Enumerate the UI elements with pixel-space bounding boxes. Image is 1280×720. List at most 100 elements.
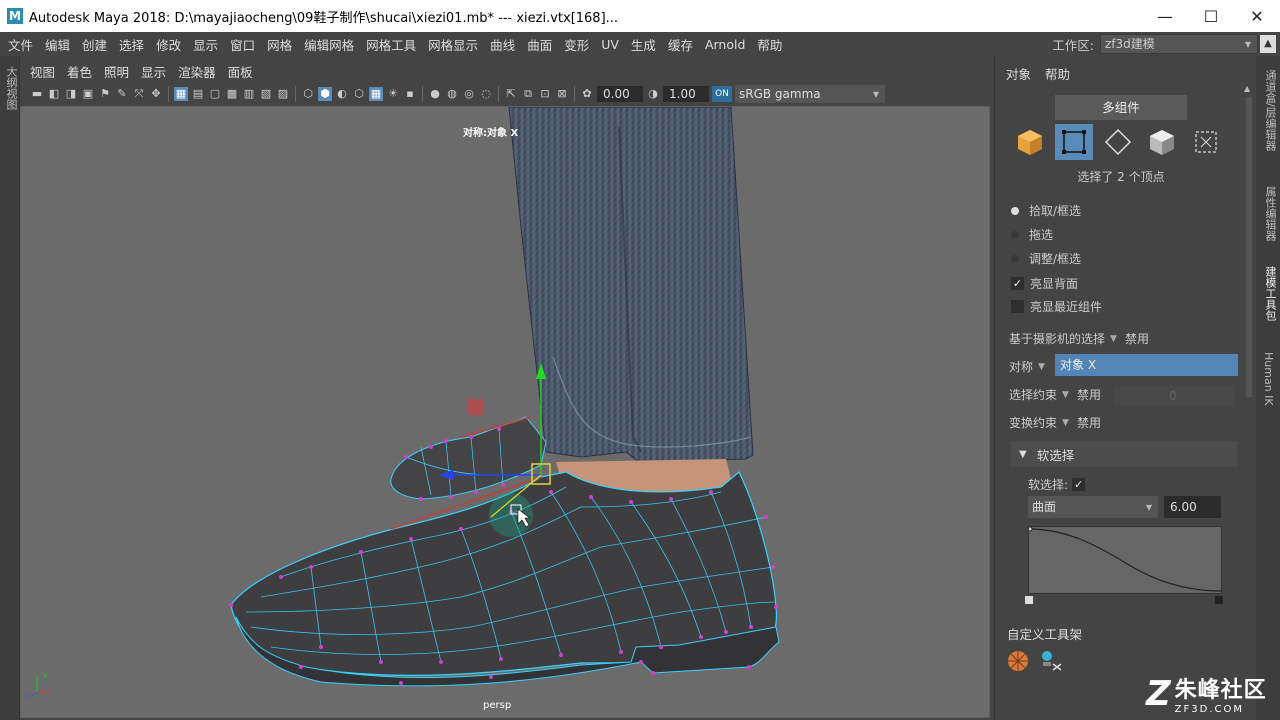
chevron-down-icon[interactable]: ▼ bbox=[1038, 362, 1045, 372]
flag-icon[interactable]: ⚑ bbox=[98, 87, 112, 101]
outliner-tab[interactable]: 大纲视图 bbox=[3, 66, 19, 110]
collapse-triangle-icon[interactable]: ▼ bbox=[1019, 449, 1027, 460]
camera-attributes-icon[interactable]: ◧ bbox=[47, 87, 61, 101]
toolkit-menu-help[interactable]: 帮助 bbox=[1045, 64, 1070, 83]
shadows-icon[interactable]: ▪ bbox=[403, 87, 417, 101]
anti-aliasing-icon[interactable]: ◎ bbox=[462, 87, 476, 101]
edge-mode-icon[interactable] bbox=[1099, 124, 1137, 160]
camera-based-value[interactable]: 禁用 bbox=[1125, 330, 1149, 347]
tweak-marquee-option[interactable]: 调整/框选 bbox=[1011, 250, 1081, 267]
falloff-curve-graph[interactable] bbox=[1027, 526, 1222, 594]
nearest-checkbox[interactable] bbox=[1011, 300, 1024, 313]
perspective-viewport[interactable]: y z 对称:对象 X persp bbox=[20, 106, 990, 718]
menu-arnold[interactable]: Arnold bbox=[699, 37, 751, 52]
soft-select-section-header[interactable]: ▼ 软选择 bbox=[1011, 441, 1237, 467]
motion-blur-icon[interactable]: ◍ bbox=[445, 87, 459, 101]
gamma-icon[interactable]: ◑ bbox=[646, 87, 660, 101]
backface-checkbox[interactable]: ✓ bbox=[1011, 277, 1024, 290]
menu-display[interactable]: 显示 bbox=[187, 35, 224, 54]
menu-select[interactable]: 选择 bbox=[113, 35, 150, 54]
menu-modify[interactable]: 修改 bbox=[150, 35, 187, 54]
viewport-menu-renderer[interactable]: 渲染器 bbox=[172, 62, 222, 81]
menu-windows[interactable]: 窗口 bbox=[224, 35, 261, 54]
chevron-down-icon[interactable]: ▼ bbox=[1062, 418, 1069, 428]
grease-pencil-icon[interactable]: ✎ bbox=[115, 87, 129, 101]
bookmark-icon[interactable]: ◨ bbox=[64, 87, 78, 101]
pan-zoom-icon[interactable]: ⤧ bbox=[132, 87, 146, 101]
exposure-field[interactable]: 0.00 bbox=[597, 86, 643, 102]
menu-curves[interactable]: 曲线 bbox=[484, 35, 521, 54]
drag-option[interactable]: 拖选 bbox=[1011, 226, 1053, 243]
curve-key-handle[interactable] bbox=[1025, 596, 1033, 604]
expand-up-icon[interactable]: ▲ bbox=[1260, 35, 1276, 53]
menu-deform[interactable]: 变形 bbox=[558, 35, 595, 54]
textured-icon[interactable]: ▦ bbox=[369, 87, 383, 101]
uv-mode-icon[interactable] bbox=[1187, 124, 1225, 160]
pick-marquee-option[interactable]: 拾取/框选 bbox=[1011, 202, 1081, 219]
falloff-radius-field[interactable]: 6.00 bbox=[1164, 496, 1221, 518]
scroll-thumb[interactable] bbox=[1246, 97, 1252, 397]
maximize-button[interactable]: ☐ bbox=[1188, 0, 1234, 32]
tweak-marquee-radio[interactable] bbox=[1011, 254, 1019, 263]
viewport-menu-view[interactable]: 视图 bbox=[24, 62, 61, 81]
wireframe-on-shaded-icon[interactable]: ⬡ bbox=[352, 87, 366, 101]
curve-key-handle[interactable] bbox=[1215, 596, 1223, 604]
isolate-select-icon[interactable]: ⇱ bbox=[504, 87, 518, 101]
view-transform-dropdown[interactable]: sRGB gamma bbox=[735, 85, 885, 103]
transform-constraint-value[interactable]: 禁用 bbox=[1077, 414, 1101, 431]
ambient-occlusion-icon[interactable]: ● bbox=[428, 87, 442, 101]
object-mode-icon[interactable] bbox=[1011, 124, 1049, 160]
toolkit-menu-object[interactable]: 对象 bbox=[1006, 64, 1031, 83]
grid-icon[interactable]: ▦ bbox=[174, 87, 188, 101]
gamma-field[interactable]: 1.00 bbox=[663, 86, 709, 102]
toolkit-scrollbar[interactable]: ▲ bbox=[1244, 84, 1254, 604]
menu-mesh[interactable]: 网格 bbox=[261, 35, 298, 54]
2d-pan-icon[interactable]: ✥ bbox=[149, 87, 163, 101]
nearest-option[interactable]: 亮显最近组件 bbox=[1011, 298, 1102, 315]
menu-cache[interactable]: 缓存 bbox=[662, 35, 699, 54]
drag-radio[interactable] bbox=[1011, 230, 1019, 239]
close-button[interactable]: ✕ bbox=[1234, 0, 1280, 32]
multi-component-tab[interactable]: 多组件 bbox=[1055, 95, 1187, 120]
menu-mesh-tools[interactable]: 网格工具 bbox=[360, 35, 422, 54]
workspace-dropdown[interactable]: zf3d建模 bbox=[1100, 34, 1258, 54]
manipulator-plane-handle[interactable] bbox=[467, 399, 483, 415]
exposure-icon[interactable]: ✿ bbox=[580, 87, 594, 101]
chevron-down-icon[interactable]: ▼ bbox=[1062, 390, 1069, 400]
resolution-gate-icon[interactable]: ▢ bbox=[208, 87, 222, 101]
menu-file[interactable]: 文件 bbox=[2, 35, 39, 54]
safe-title-icon[interactable]: ▨ bbox=[276, 87, 290, 101]
safe-action-icon[interactable]: ▧ bbox=[259, 87, 273, 101]
backface-option[interactable]: ✓ 亮显背面 bbox=[1011, 275, 1078, 292]
depth-of-field-icon[interactable]: ◌ bbox=[479, 87, 493, 101]
xray-icon[interactable]: ⧉ bbox=[521, 87, 535, 101]
modeling-toolkit-tab[interactable]: 建模工具包 bbox=[1262, 266, 1278, 321]
gate-mask-icon[interactable]: ▩ bbox=[225, 87, 239, 101]
image-plane-icon[interactable]: ▣ bbox=[81, 87, 95, 101]
human-ik-tab[interactable]: Human IK bbox=[1262, 352, 1275, 406]
smooth-shade-icon[interactable]: ⬢ bbox=[318, 87, 332, 101]
attribute-editor-tab[interactable]: 属性编辑器 bbox=[1262, 186, 1278, 241]
field-chart-icon[interactable]: ▥ bbox=[242, 87, 256, 101]
channel-box-tab[interactable]: 通道盒/层编辑器 bbox=[1262, 70, 1278, 151]
symmetry-field[interactable]: 对象 X bbox=[1055, 354, 1238, 376]
menu-edit[interactable]: 编辑 bbox=[39, 35, 76, 54]
viewport-menu-show[interactable]: 显示 bbox=[135, 62, 172, 81]
chevron-down-icon[interactable]: ▼ bbox=[1110, 334, 1117, 344]
soft-select-checkbox[interactable]: ✓ bbox=[1072, 478, 1086, 491]
selection-constraint-number[interactable]: 0 bbox=[1115, 386, 1235, 406]
menu-edit-mesh[interactable]: 编辑网格 bbox=[298, 35, 360, 54]
color-management-toggle[interactable]: ON bbox=[712, 86, 732, 102]
xray-joints-icon[interactable]: ⊡ bbox=[538, 87, 552, 101]
quad-draw-icon[interactable] bbox=[1039, 650, 1063, 672]
falloff-mode-dropdown[interactable]: 曲面 bbox=[1028, 496, 1158, 518]
default-material-icon[interactable]: ◐ bbox=[335, 87, 349, 101]
select-camera-icon[interactable]: ▬ bbox=[30, 87, 44, 101]
viewport-menu-lighting[interactable]: 照明 bbox=[98, 62, 135, 81]
viewport-menu-panels[interactable]: 面板 bbox=[222, 62, 259, 81]
viewport-menu-shading[interactable]: 着色 bbox=[61, 62, 98, 81]
minimize-button[interactable]: — bbox=[1142, 0, 1188, 32]
pick-marquee-radio[interactable] bbox=[1011, 206, 1019, 215]
menu-mesh-display[interactable]: 网格显示 bbox=[422, 35, 484, 54]
lights-icon[interactable]: ☀ bbox=[386, 87, 400, 101]
